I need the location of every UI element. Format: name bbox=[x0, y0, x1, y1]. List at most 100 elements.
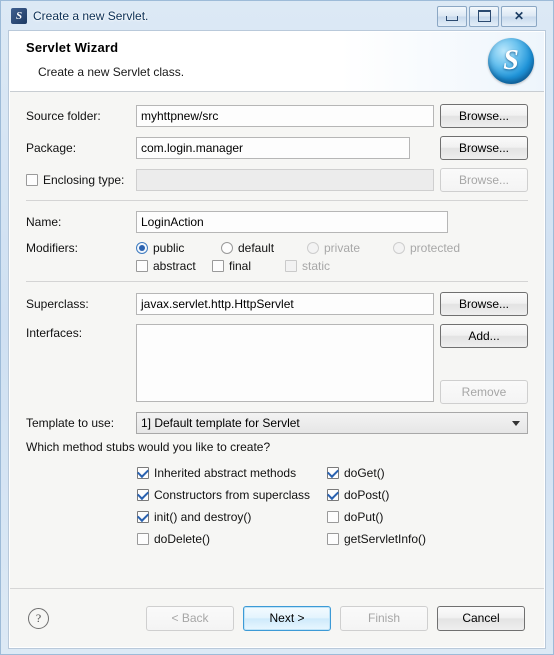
stub-doput[interactable]: doPut() bbox=[327, 506, 426, 528]
interfaces-buttons: Add... Remove bbox=[440, 324, 528, 404]
interfaces-remove-button: Remove bbox=[440, 380, 528, 404]
superclass-row: Superclass: javax.servlet.http.HttpServl… bbox=[26, 292, 528, 316]
name-row: Name: LoginAction bbox=[26, 211, 528, 233]
package-label: Package: bbox=[26, 141, 77, 155]
enclosing-type-row: Enclosing type: Browse... bbox=[26, 168, 528, 192]
enclosing-type-checkbox[interactable] bbox=[26, 174, 38, 186]
checkbox-abstract-label: abstract bbox=[153, 259, 196, 273]
stub-dopost[interactable]: doPost() bbox=[327, 484, 426, 506]
modifier-protected: protected bbox=[393, 241, 460, 255]
stub-inherited-abstract-methods[interactable]: Inherited abstract methods bbox=[137, 462, 327, 484]
interfaces-add-button[interactable]: Add... bbox=[440, 324, 528, 348]
help-icon[interactable]: ? bbox=[28, 607, 49, 629]
checkbox-abstract-icon[interactable] bbox=[136, 260, 148, 272]
enclosing-type-label: Enclosing type: bbox=[43, 173, 125, 187]
superclass-input[interactable]: javax.servlet.http.HttpServlet bbox=[136, 293, 434, 315]
stub-inherited-abstract-methods-label: Inherited abstract methods bbox=[154, 466, 297, 480]
dialog-footer: ? < Back Next > Finish Cancel bbox=[10, 588, 544, 647]
modifier-static: static bbox=[285, 259, 330, 273]
source-folder-label: Source folder: bbox=[26, 109, 101, 123]
radio-default-label: default bbox=[238, 241, 275, 255]
dialog-window: S Create a new Servlet. ✕ Servlet Wizard… bbox=[0, 0, 554, 655]
wizard-header: Servlet Wizard Create a new Servlet clas… bbox=[10, 32, 544, 92]
page-title: Servlet Wizard bbox=[26, 40, 119, 55]
modifiers-flags-row: abstract final static bbox=[26, 259, 528, 273]
stub-constructors-from-superclass-label: Constructors from superclass bbox=[154, 488, 311, 502]
form-body: Source folder: myhttpnew/src Browse... P… bbox=[10, 92, 544, 550]
enclosing-type-label-group[interactable]: Enclosing type: bbox=[26, 173, 136, 187]
stub-doget[interactable]: doGet() bbox=[327, 462, 426, 484]
cancel-button[interactable]: Cancel bbox=[437, 605, 525, 631]
enclosing-type-browse-button: Browse... bbox=[440, 168, 528, 192]
checkbox-init-and-destroy-icon[interactable] bbox=[137, 511, 149, 523]
source-folder-browse-button[interactable]: Browse... bbox=[440, 104, 528, 128]
stub-constructors-from-superclass[interactable]: Constructors from superclass bbox=[137, 484, 327, 506]
checkbox-final-label: final bbox=[229, 259, 252, 273]
stub-doput-label: doPut() bbox=[344, 510, 384, 524]
chevron-down-icon bbox=[512, 421, 520, 426]
package-browse-button[interactable]: Browse... bbox=[440, 136, 528, 160]
method-stubs-right-column: doGet() doPost() doPut() getServletInfo(… bbox=[327, 462, 426, 550]
checkbox-final-icon[interactable] bbox=[212, 260, 224, 272]
servlet-s-icon: S bbox=[11, 8, 27, 24]
dialog-client-area: Servlet Wizard Create a new Servlet clas… bbox=[9, 31, 545, 648]
method-stubs-question: Which method stubs would you like to cre… bbox=[26, 440, 271, 454]
template-label: Template to use: bbox=[26, 416, 115, 430]
checkbox-static-label: static bbox=[302, 259, 331, 273]
modifier-default[interactable]: default bbox=[221, 241, 307, 255]
source-folder-input[interactable]: myhttpnew/src bbox=[136, 105, 434, 127]
method-stubs-group: Inherited abstract methods Constructors … bbox=[26, 462, 528, 550]
wizard-buttons: < Back Next > Finish Cancel bbox=[146, 605, 525, 631]
method-stubs-left-column: Inherited abstract methods Constructors … bbox=[137, 462, 327, 550]
package-input[interactable]: com.login.manager bbox=[136, 137, 410, 159]
superclass-browse-button[interactable]: Browse... bbox=[440, 292, 528, 316]
maximize-button[interactable] bbox=[469, 5, 499, 27]
radio-public-icon[interactable] bbox=[136, 242, 148, 254]
modifiers-access-row: Modifiers: public default private protec… bbox=[26, 241, 528, 255]
stub-getservletinfo[interactable]: getServletInfo() bbox=[327, 528, 426, 550]
close-button[interactable]: ✕ bbox=[501, 5, 537, 27]
radio-private-label: private bbox=[324, 241, 361, 255]
checkbox-getservletinfo-icon[interactable] bbox=[327, 533, 339, 545]
stub-dodelete-label: doDelete() bbox=[154, 532, 211, 546]
divider-2 bbox=[26, 281, 528, 282]
template-dropdown[interactable]: 1] Default template for Servlet bbox=[136, 412, 528, 434]
interfaces-label: Interfaces: bbox=[26, 326, 83, 340]
checkbox-doput-icon[interactable] bbox=[327, 511, 339, 523]
stub-init-and-destroy-label: init() and destroy() bbox=[154, 510, 252, 524]
modifier-final[interactable]: final bbox=[212, 259, 285, 273]
next-button[interactable]: Next > bbox=[243, 605, 331, 631]
checkbox-dodelete-icon[interactable] bbox=[137, 533, 149, 545]
checkbox-doget-icon[interactable] bbox=[327, 467, 339, 479]
checkbox-static-icon bbox=[285, 260, 297, 272]
back-button: < Back bbox=[146, 605, 234, 631]
checkbox-dopost-icon[interactable] bbox=[327, 489, 339, 501]
close-icon: ✕ bbox=[513, 9, 525, 23]
page-description: Create a new Servlet class. bbox=[38, 65, 185, 79]
checkbox-inherited-abstract-methods-icon[interactable] bbox=[137, 467, 149, 479]
interfaces-list[interactable] bbox=[136, 324, 434, 402]
modifier-public[interactable]: public bbox=[136, 241, 221, 255]
radio-default-icon[interactable] bbox=[221, 242, 233, 254]
stub-init-and-destroy[interactable]: init() and destroy() bbox=[137, 506, 327, 528]
checkbox-constructors-from-superclass-icon[interactable] bbox=[137, 489, 149, 501]
radio-public-label: public bbox=[153, 241, 185, 255]
name-input[interactable]: LoginAction bbox=[136, 211, 448, 233]
interfaces-row: Interfaces: Add... Remove bbox=[26, 324, 528, 404]
maximize-icon bbox=[477, 10, 491, 22]
modifiers-label: Modifiers: bbox=[26, 241, 79, 255]
stub-dodelete[interactable]: doDelete() bbox=[137, 528, 327, 550]
servlet-badge-icon: S bbox=[488, 38, 534, 84]
name-label: Name: bbox=[26, 215, 62, 229]
minimize-icon bbox=[446, 15, 458, 21]
stub-dopost-label: doPost() bbox=[344, 488, 390, 502]
modifier-private: private bbox=[307, 241, 393, 255]
stub-getservletinfo-label: getServletInfo() bbox=[344, 532, 427, 546]
finish-button: Finish bbox=[340, 605, 428, 631]
window-title: Create a new Servlet. bbox=[33, 9, 149, 23]
template-row: Template to use: 1] Default template for… bbox=[26, 412, 528, 434]
minimize-button[interactable] bbox=[437, 5, 467, 27]
window-controls: ✕ bbox=[437, 5, 537, 27]
radio-protected-icon bbox=[393, 242, 405, 254]
modifier-abstract[interactable]: abstract bbox=[136, 259, 212, 273]
